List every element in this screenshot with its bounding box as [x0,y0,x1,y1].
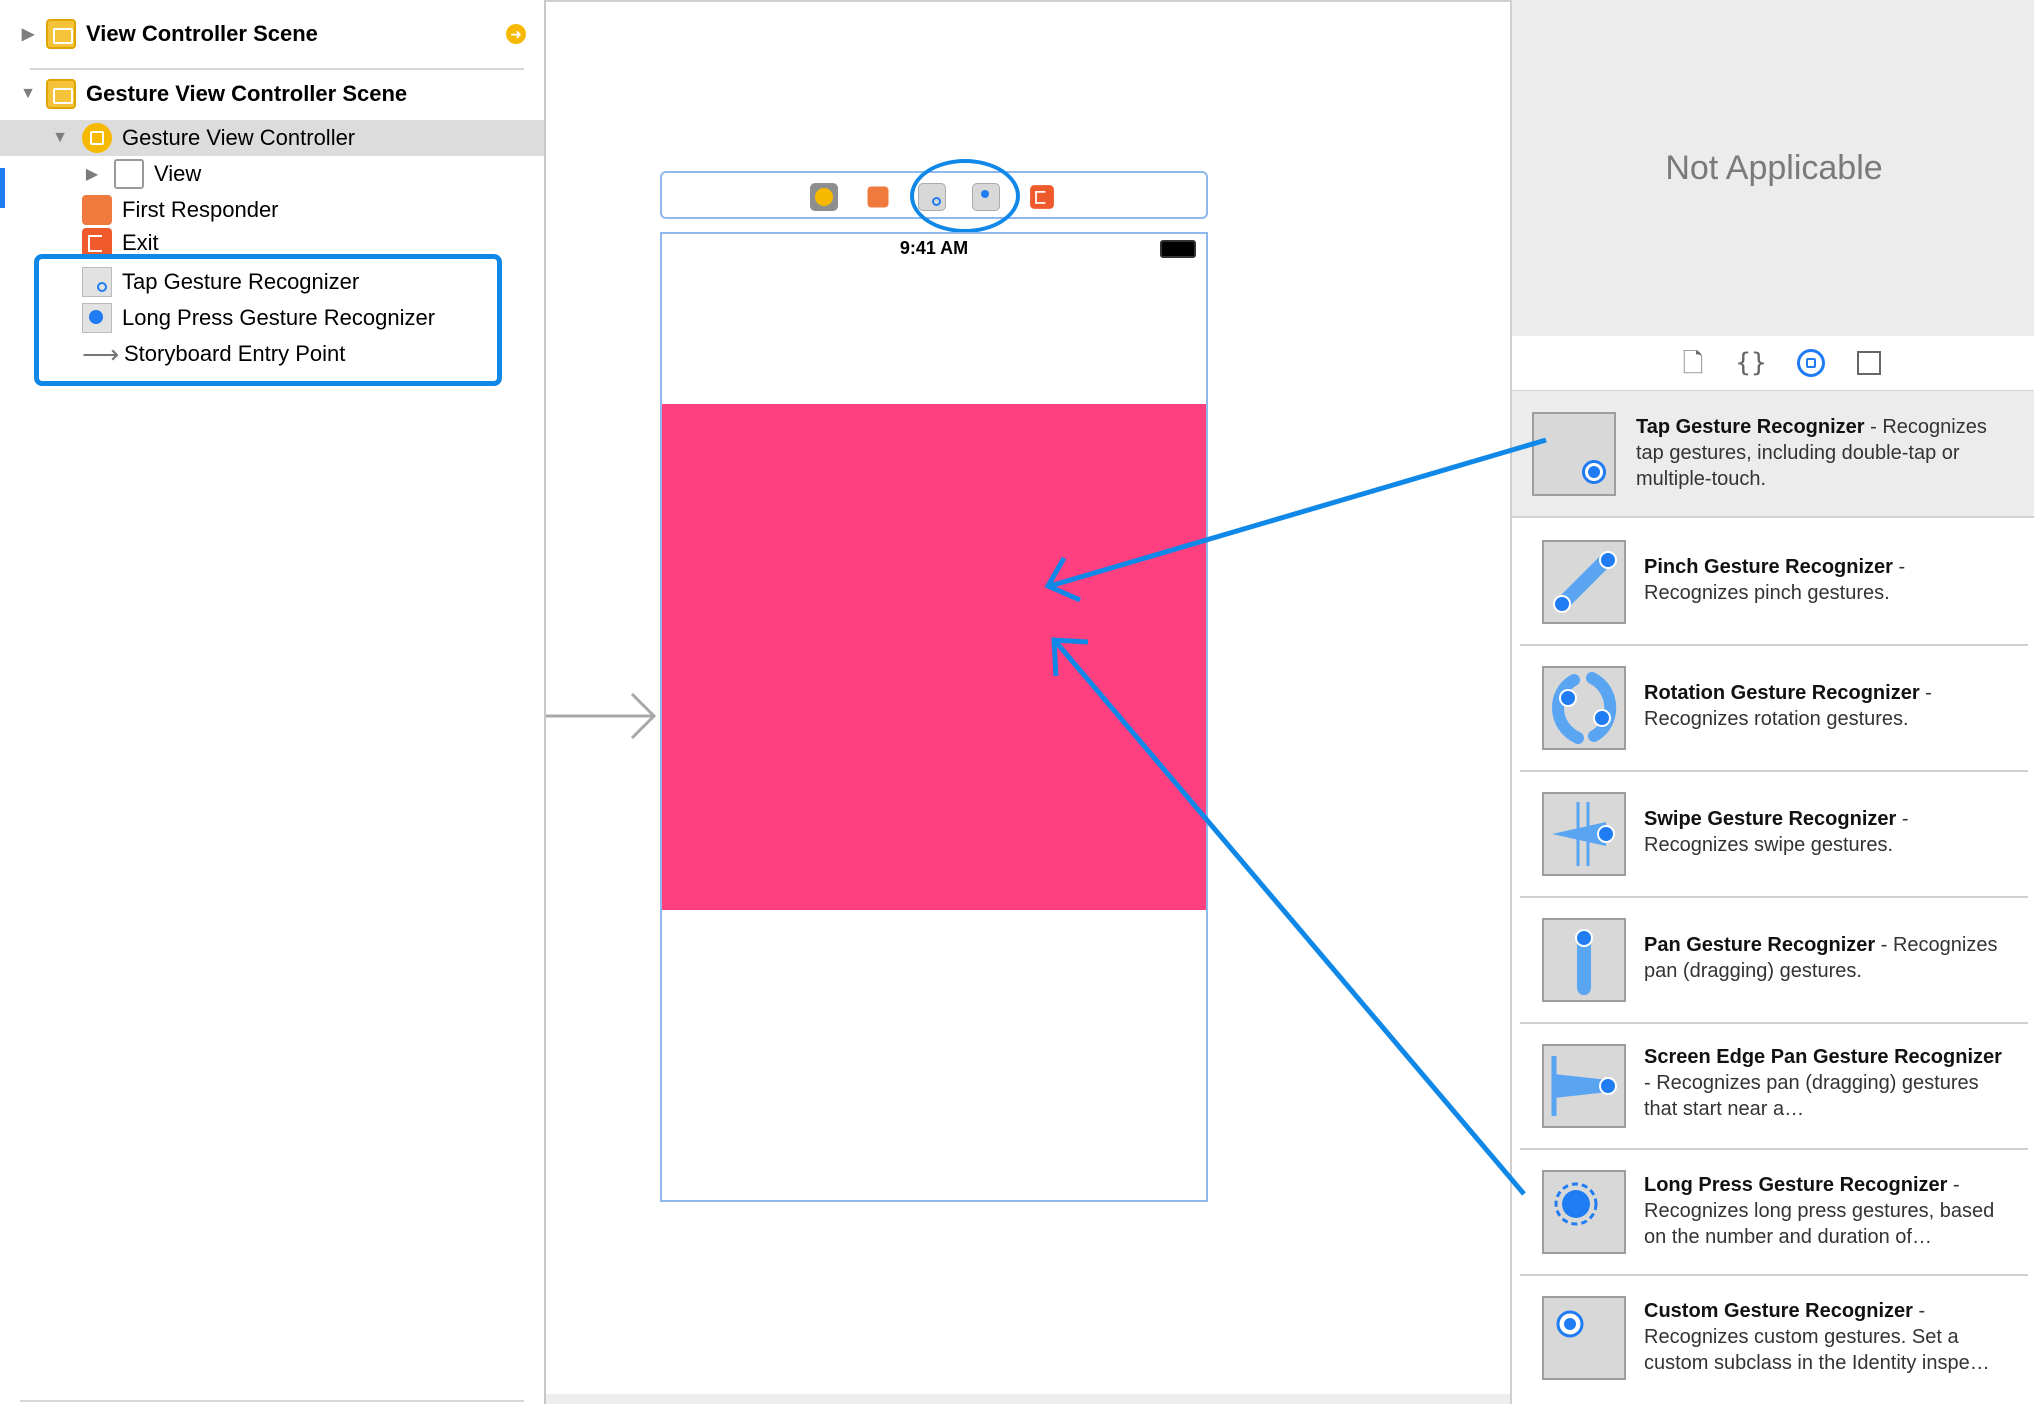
long-press-gesture-thumb-icon [1542,1170,1626,1254]
canvas-scrollbar-track[interactable] [546,1394,1510,1404]
gesture-target-view[interactable] [662,404,1206,910]
library-item-swipe-gesture[interactable]: Swipe Gesture Recognizer - Recognizes sw… [1520,772,2028,898]
object-library-list: Tap Gesture Recognizer - Recognizes tap … [1512,392,2034,1404]
library-item-desc: Recognizes rotation gestures. [1644,708,1909,730]
iphone-frame: 9:41 AM [660,232,1208,1202]
divider [30,68,524,70]
disclosure-collapsed-icon[interactable]: ▶ [18,24,38,44]
library-item-title: Screen Edge Pan Gesture Recognizer [1644,1046,2002,1068]
rotation-gesture-thumb-icon [1542,666,1626,750]
outline-scene-view-controller[interactable]: ▶ View Controller Scene [18,16,318,52]
selection-edge [0,168,5,208]
library-item-custom-gesture[interactable]: Custom Gesture Recognizer - Recognizes c… [1520,1276,2028,1400]
view-controller-dock-icon[interactable] [810,183,838,211]
disclosure-collapsed-icon[interactable]: ▶ [82,164,102,184]
library-tabs: 🗋 {} [1512,336,2034,391]
library-item-screen-edge-pan-gesture[interactable]: Screen Edge Pan Gesture Recognizer - Rec… [1520,1024,2028,1150]
first-responder-dock-icon[interactable] [867,186,889,208]
divider [20,1400,524,1402]
library-item-title: Pinch Gesture Recognizer [1644,556,1893,578]
disclosure-expanded-icon[interactable]: ▼ [18,85,38,103]
outline-row-label: Gesture View Controller Scene [86,81,408,106]
outline-item-gesture-view-controller[interactable]: ▼ Gesture View Controller [0,120,544,156]
pan-gesture-thumb-icon [1542,918,1626,1002]
utilities-panel: Not Applicable 🗋 {} Tap Gesture Recogniz… [1510,0,2034,1404]
library-item-desc: Recognizes custom gestures. Set a custom… [1644,1326,1990,1374]
code-snippet-tab-icon[interactable]: {} [1734,346,1768,380]
outline-scene-gesture-view-controller[interactable]: ▼ Gesture View Controller Scene [18,76,407,112]
status-bar-time: 9:41 AM [899,238,969,258]
outline-row-label: Exit [122,230,159,255]
outline-row-label: First Responder [122,197,279,222]
library-item-tap-gesture[interactable]: Tap Gesture Recognizer - Recognizes tap … [1512,392,2034,518]
library-item-desc: Recognizes pan (dragging) gestures that … [1644,1072,1979,1120]
library-item-title: Custom Gesture Recognizer [1644,1300,1913,1322]
media-library-tab-icon[interactable] [1852,346,1886,380]
scene-icon [46,19,76,49]
outline-row-label: View [154,161,202,186]
outline-row-label: View Controller Scene [86,21,318,46]
scene-dock [660,159,1208,233]
file-template-tab-icon[interactable]: 🗋 [1676,346,1710,380]
battery-icon [1160,240,1196,258]
library-item-pinch-gesture[interactable]: Pinch Gesture Recognizer - Recognizes pi… [1520,520,2028,646]
go-to-scene-arrow-icon[interactable]: ➜ [506,24,526,44]
library-item-desc: Recognizes pinch gestures. [1644,582,1890,604]
library-item-title: Tap Gesture Recognizer [1636,416,1865,438]
library-item-title: Long Press Gesture Recognizer [1644,1174,1948,1196]
view-controller-icon [82,123,112,153]
inspector-not-applicable: Not Applicable [1512,0,2034,337]
first-responder-icon [82,195,112,225]
object-library-tab-icon[interactable] [1794,346,1828,380]
screen-edge-pan-gesture-thumb-icon [1542,1044,1626,1128]
outline-item-view[interactable]: ▶ View [82,156,201,192]
library-item-title: Rotation Gesture Recognizer [1644,682,1920,704]
view-icon [114,159,144,189]
exit-dock-icon[interactable] [1030,185,1054,209]
annotation-highlight-ellipse [910,159,1020,233]
disclosure-expanded-icon[interactable]: ▼ [50,129,70,147]
library-item-rotation-gesture[interactable]: Rotation Gesture Recognizer - Recognizes… [1520,646,2028,772]
outline-row-label: Gesture View Controller [122,125,356,150]
scene-icon [46,79,76,109]
annotation-highlight-box [34,254,502,386]
document-outline: ▶ View Controller Scene ➜ ▼ Gesture View… [0,0,546,1404]
storyboard-entry-arrow-icon[interactable] [546,686,658,746]
tap-gesture-thumb-icon [1532,412,1616,496]
library-item-title: Swipe Gesture Recognizer [1644,808,1897,830]
pinch-gesture-thumb-icon [1542,540,1626,624]
outline-item-first-responder[interactable]: First Responder [82,192,279,228]
library-item-desc: Recognizes swipe gestures. [1644,834,1894,856]
library-item-desc: Recognizes long press gestures, based on… [1644,1200,1995,1248]
library-item-title: Pan Gesture Recognizer [1644,934,1876,956]
swipe-gesture-thumb-icon [1542,792,1626,876]
library-item-pan-gesture[interactable]: Pan Gesture Recognizer - Recognizes pan … [1520,898,2028,1024]
library-item-long-press-gesture[interactable]: Long Press Gesture Recognizer - Recogniz… [1520,1150,2028,1276]
custom-gesture-thumb-icon [1542,1296,1626,1380]
